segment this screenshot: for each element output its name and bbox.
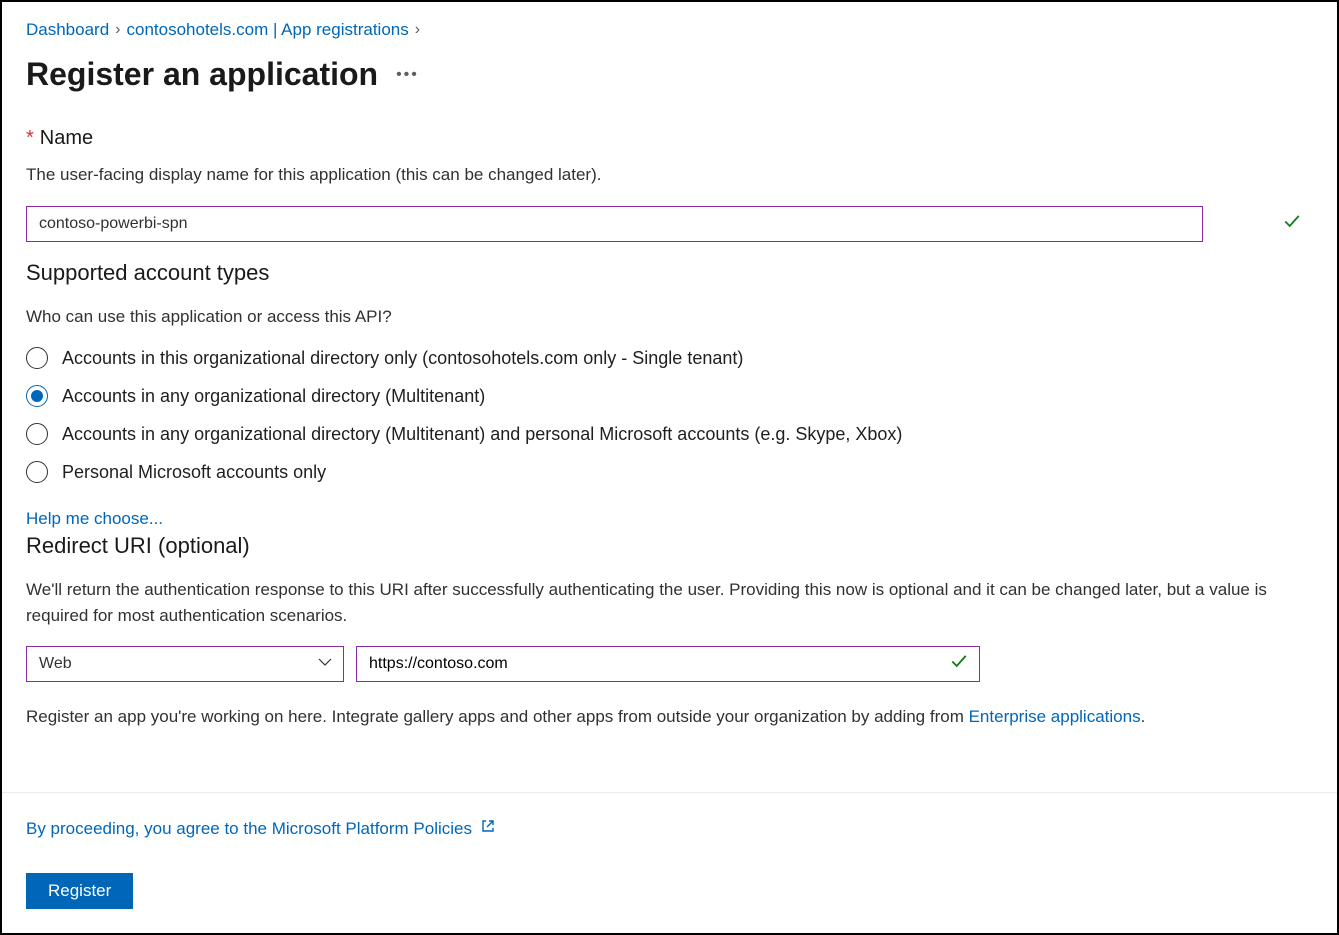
name-input[interactable] <box>26 206 1203 242</box>
chevron-down-icon <box>317 654 333 675</box>
footer-separator <box>2 792 1337 793</box>
radio-label: Accounts in any organizational directory… <box>62 424 902 445</box>
radio-personal-only[interactable]: Personal Microsoft accounts only <box>26 461 1313 483</box>
platform-select[interactable]: Web <box>26 646 344 682</box>
help-me-choose-link[interactable]: Help me choose... <box>26 509 1313 529</box>
checkmark-icon <box>1283 212 1301 235</box>
chevron-right-icon: › <box>415 21 420 39</box>
account-types-heading: Supported account types <box>26 260 1313 286</box>
page-title: Register an application <box>26 56 378 93</box>
checkmark-icon <box>950 653 968 676</box>
platform-select-value: Web <box>39 655 72 673</box>
register-button[interactable]: Register <box>26 873 133 909</box>
breadcrumb: Dashboard › contosohotels.com | App regi… <box>26 20 1313 40</box>
radio-label: Accounts in this organizational director… <box>62 348 743 369</box>
name-label: * Name <box>26 127 1313 150</box>
radio-multitenant-personal[interactable]: Accounts in any organizational directory… <box>26 423 1313 445</box>
redirect-uri-help: We'll return the authentication response… <box>26 577 1313 628</box>
account-types-question: Who can use this application or access t… <box>26 304 1313 330</box>
radio-label: Personal Microsoft accounts only <box>62 462 326 483</box>
account-types-radios: Accounts in this organizational director… <box>26 347 1313 483</box>
radio-icon <box>26 423 48 445</box>
integrate-text: Register an app you're working on here. … <box>26 704 1313 730</box>
radio-icon <box>26 461 48 483</box>
radio-icon <box>26 385 48 407</box>
integrate-text-before: Register an app you're working on here. … <box>26 707 969 726</box>
integrate-text-after: . <box>1141 707 1146 726</box>
breadcrumb-dashboard[interactable]: Dashboard <box>26 20 109 40</box>
radio-multitenant[interactable]: Accounts in any organizational directory… <box>26 385 1313 407</box>
chevron-right-icon: › <box>115 21 120 39</box>
enterprise-applications-link[interactable]: Enterprise applications <box>969 707 1141 726</box>
name-label-text: Name <box>40 127 93 150</box>
radio-single-tenant[interactable]: Accounts in this organizational director… <box>26 347 1313 369</box>
required-asterisk: * <box>26 127 34 150</box>
radio-icon <box>26 347 48 369</box>
platform-policies-link[interactable]: By proceeding, you agree to the Microsof… <box>26 819 472 839</box>
redirect-uri-heading: Redirect URI (optional) <box>26 533 1313 559</box>
redirect-uri-input[interactable] <box>356 646 980 682</box>
external-link-icon <box>480 818 496 839</box>
more-actions-icon[interactable]: ••• <box>396 66 419 84</box>
breadcrumb-tenant[interactable]: contosohotels.com | App registrations <box>127 20 409 40</box>
name-help-text: The user-facing display name for this ap… <box>26 162 1313 188</box>
radio-label: Accounts in any organizational directory… <box>62 386 485 407</box>
